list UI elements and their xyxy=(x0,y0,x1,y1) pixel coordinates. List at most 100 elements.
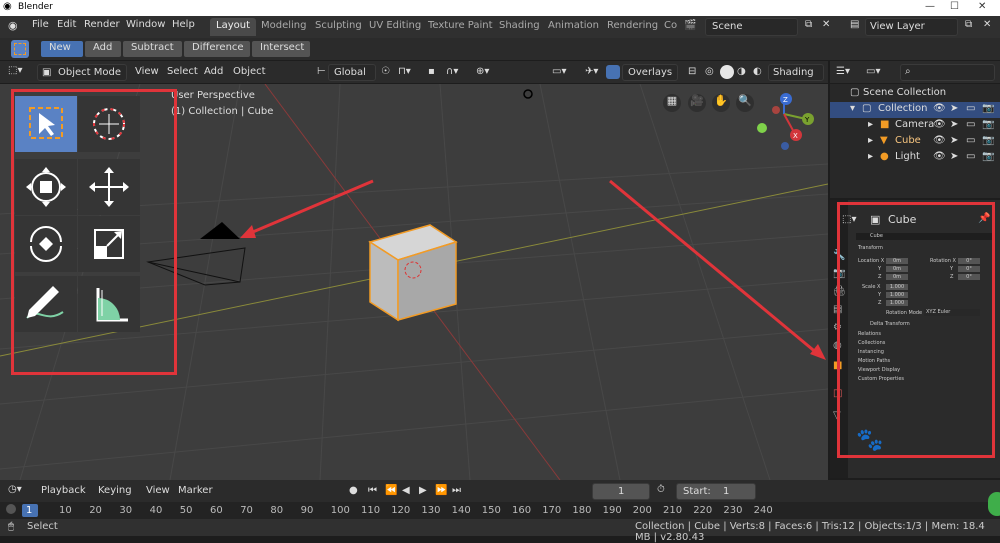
pan-icon[interactable]: ✋ xyxy=(712,94,730,112)
outliner-row-camera[interactable]: ▸ ■ Camera 👁 ➤ ▭ 📷 xyxy=(830,118,1000,134)
3d-viewport[interactable]: Z Y X User Perspective (1) Collection | … xyxy=(0,84,828,480)
delete-scene-icon[interactable]: ✕ xyxy=(822,19,830,30)
proportional-edit-icon[interactable]: ▪ xyxy=(428,66,435,77)
material-shading-icon[interactable]: ◑ xyxy=(737,66,746,77)
xray-icon[interactable]: ⊟ xyxy=(688,66,696,77)
subtract-button[interactable]: Subtract xyxy=(123,41,182,57)
menu-window[interactable]: Window xyxy=(126,19,165,30)
mode-selector[interactable]: ▣ Object Mode xyxy=(37,64,127,81)
difference-button[interactable]: Difference xyxy=(184,41,250,57)
tab-modeling[interactable]: Modeling xyxy=(255,18,313,36)
display-mode-icon[interactable]: ▭▾ xyxy=(866,66,880,77)
visibility-filter-icon[interactable]: ▭▾ xyxy=(552,66,566,77)
tab-animation[interactable]: Animation xyxy=(542,18,605,36)
active-tool-icon[interactable] xyxy=(11,40,29,58)
new-view-layer-icon[interactable]: ⧉ xyxy=(965,19,972,30)
scene-selector-icon[interactable]: 🎬 xyxy=(684,20,696,31)
maximize-icon[interactable]: ☐ xyxy=(950,1,959,12)
select-toggle-icon[interactable]: ➤ xyxy=(950,135,958,146)
menu-add[interactable]: Add xyxy=(204,66,223,77)
outliner-row-collection[interactable]: ▾ ▢ Collection 👁 ➤ ▭ 📷 xyxy=(830,102,1000,118)
tab-layout[interactable]: Layout xyxy=(210,18,256,36)
expand-icon[interactable]: ▸ xyxy=(868,151,873,162)
cursor-tool[interactable] xyxy=(78,96,140,152)
record-icon[interactable]: ● xyxy=(349,485,358,496)
start-frame-field[interactable]: Start: 1 xyxy=(676,483,756,500)
badge-green-icon[interactable] xyxy=(988,492,1000,516)
falloff-icon[interactable]: ∩▾ xyxy=(446,66,458,77)
snap-icon[interactable]: ⊓▾ xyxy=(398,66,411,77)
play-icon[interactable]: ▶ xyxy=(419,485,427,496)
blender-menu-icon[interactable]: ◉ xyxy=(8,19,18,32)
perspective-toggle-icon[interactable]: ▦ xyxy=(663,94,681,112)
menu-object[interactable]: Object xyxy=(233,66,266,77)
stopwatch-icon[interactable]: ⏱ xyxy=(657,484,665,495)
menu-help[interactable]: Help xyxy=(172,19,195,30)
outliner-row-cube[interactable]: ▸ ▼ Cube 👁 ➤ ▭ 📷 xyxy=(830,134,1000,150)
menu-file[interactable]: File xyxy=(32,19,49,30)
close-icon[interactable]: ✕ xyxy=(978,1,986,12)
transform-tool[interactable] xyxy=(15,159,77,215)
tab-sculpting[interactable]: Sculpting xyxy=(309,18,368,36)
menu-select[interactable]: Select xyxy=(167,66,198,77)
editor-type-icon[interactable]: ⬚▾ xyxy=(8,65,22,76)
zoom-icon[interactable]: 🔍 xyxy=(736,94,754,112)
select-toggle-icon[interactable]: ➤ xyxy=(950,119,958,130)
scale-tool[interactable] xyxy=(78,216,140,272)
scene-field[interactable]: Scene xyxy=(705,18,798,36)
orientation-icon[interactable]: ⊢ xyxy=(317,66,326,77)
select-toggle-icon[interactable]: ➤ xyxy=(950,103,958,114)
tab-shading[interactable]: Shading xyxy=(493,18,546,36)
select-toggle-icon[interactable]: ➤ xyxy=(950,151,958,162)
render-toggle-icon[interactable]: 📷 xyxy=(982,151,994,162)
move-tool[interactable] xyxy=(78,159,140,215)
solid-shading-icon[interactable] xyxy=(720,65,734,79)
render-toggle-icon[interactable]: 📷 xyxy=(982,135,994,146)
shading-dropdown[interactable]: Shading xyxy=(768,64,824,81)
expand-icon[interactable]: ▸ xyxy=(868,135,873,146)
view-layer-field[interactable]: View Layer xyxy=(865,18,958,36)
add-button[interactable]: Add xyxy=(85,41,121,57)
overlays-toggle-icon[interactable] xyxy=(606,65,620,79)
outliner-row-scene-collection[interactable]: ▢ Scene Collection xyxy=(830,86,1000,102)
intersect-button[interactable]: Intersect xyxy=(252,41,310,57)
delete-view-layer-icon[interactable]: ✕ xyxy=(983,19,991,30)
visibility-icon[interactable]: 👁 xyxy=(933,103,946,114)
tab-uv-editing[interactable]: UV Editing xyxy=(363,18,427,36)
new-button[interactable]: New xyxy=(41,41,83,57)
wireframe-shading-icon[interactable]: ◎ xyxy=(705,66,714,77)
visibility-icon[interactable]: 👁 xyxy=(933,119,946,130)
render-toggle-icon[interactable]: 📷 xyxy=(982,103,994,114)
measure-tool[interactable] xyxy=(78,276,140,332)
pivot-icon[interactable]: ☉ xyxy=(381,66,390,77)
tab-compositing[interactable]: Co xyxy=(658,18,683,36)
viewport-toggle-icon[interactable]: ▭ xyxy=(966,151,975,162)
visibility-icon[interactable]: 👁 xyxy=(933,135,946,146)
timeline-scroll-handle[interactable] xyxy=(6,504,16,514)
outliner-search-input[interactable]: ⌕ xyxy=(900,64,995,81)
frame-ruler[interactable]: 1 10 20 30 40 50 60 70 80 90 100 110 120 130 140 150 160… xyxy=(0,502,1000,519)
jump-end-icon[interactable]: ⏭ xyxy=(452,485,461,496)
select-box-tool[interactable] xyxy=(15,96,77,152)
play-reverse-icon[interactable]: ◀ xyxy=(402,485,410,496)
timeline-editor-type-icon[interactable]: ◷▾ xyxy=(8,484,22,495)
viewport-toggle-icon[interactable]: ▭ xyxy=(966,103,975,114)
show-gizmo-icon[interactable]: ✈▾ xyxy=(585,66,598,77)
current-frame-field[interactable]: 1 xyxy=(592,483,650,500)
jump-keyframe-forward-icon[interactable]: ⏩ xyxy=(435,485,447,496)
rendered-shading-icon[interactable]: ◐ xyxy=(753,66,762,77)
view-layer-icon[interactable]: ▤ xyxy=(850,19,859,30)
expand-icon[interactable]: ▾ xyxy=(850,103,855,114)
playback-menu[interactable]: Playback xyxy=(41,485,86,496)
menu-render[interactable]: Render xyxy=(84,19,120,30)
expand-icon[interactable]: ▸ xyxy=(868,119,873,130)
keying-menu[interactable]: Keying xyxy=(98,485,132,496)
viewport-toggle-icon[interactable]: ▭ xyxy=(966,119,975,130)
new-scene-icon[interactable]: ⧉ xyxy=(805,19,812,30)
rotate-tool[interactable] xyxy=(15,216,77,272)
overlays-dropdown[interactable]: Overlays xyxy=(622,64,678,81)
camera-view-icon[interactable]: 🎥 xyxy=(688,94,706,112)
menu-view[interactable]: View xyxy=(135,66,159,77)
visibility-icon[interactable]: 👁 xyxy=(933,151,946,162)
gizmo-icon[interactable]: ⊕▾ xyxy=(476,66,489,77)
